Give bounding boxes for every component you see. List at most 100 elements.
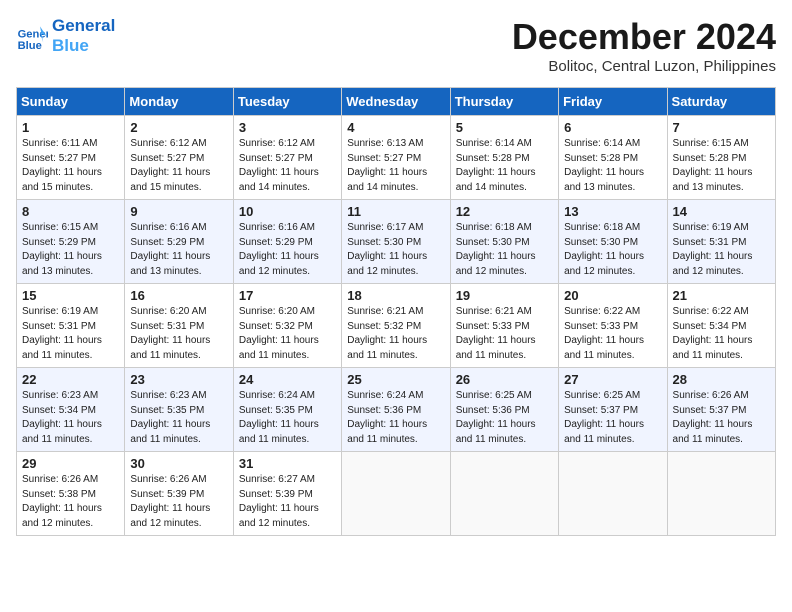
calendar-table: SundayMondayTuesdayWednesdayThursdayFrid… [16, 87, 776, 536]
day-info: Sunrise: 6:14 AMSunset: 5:28 PMDaylight:… [564, 137, 661, 195]
day-number: 30 [130, 456, 227, 471]
weekday-header-saturday: Saturday [667, 88, 775, 116]
day-info: Sunrise: 6:26 AMSunset: 5:39 PMDaylight:… [130, 473, 227, 531]
calendar-cell [559, 452, 667, 536]
calendar-cell: 12 Sunrise: 6:18 AMSunset: 5:30 PMDaylig… [450, 200, 558, 284]
day-info: Sunrise: 6:22 AMSunset: 5:34 PMDaylight:… [673, 305, 770, 363]
calendar-cell [450, 452, 558, 536]
logo-icon: General Blue [16, 20, 48, 52]
day-info: Sunrise: 6:23 AMSunset: 5:35 PMDaylight:… [130, 389, 227, 447]
day-info: Sunrise: 6:22 AMSunset: 5:33 PMDaylight:… [564, 305, 661, 363]
calendar-cell: 1 Sunrise: 6:11 AMSunset: 5:27 PMDayligh… [17, 116, 125, 200]
calendar-cell: 20 Sunrise: 6:22 AMSunset: 5:33 PMDaylig… [559, 284, 667, 368]
day-info: Sunrise: 6:16 AMSunset: 5:29 PMDaylight:… [130, 221, 227, 279]
day-info: Sunrise: 6:21 AMSunset: 5:32 PMDaylight:… [347, 305, 444, 363]
day-info: Sunrise: 6:13 AMSunset: 5:27 PMDaylight:… [347, 137, 444, 195]
day-info: Sunrise: 6:19 AMSunset: 5:31 PMDaylight:… [22, 305, 119, 363]
day-info: Sunrise: 6:27 AMSunset: 5:39 PMDaylight:… [239, 473, 336, 531]
day-number: 9 [130, 204, 227, 219]
day-info: Sunrise: 6:20 AMSunset: 5:31 PMDaylight:… [130, 305, 227, 363]
logo-general: General [52, 16, 115, 36]
day-info: Sunrise: 6:12 AMSunset: 5:27 PMDaylight:… [130, 137, 227, 195]
day-info: Sunrise: 6:24 AMSunset: 5:35 PMDaylight:… [239, 389, 336, 447]
day-number: 8 [22, 204, 119, 219]
location-subtitle: Bolitoc, Central Luzon, Philippines [512, 58, 776, 75]
calendar-cell: 7 Sunrise: 6:15 AMSunset: 5:28 PMDayligh… [667, 116, 775, 200]
day-info: Sunrise: 6:25 AMSunset: 5:36 PMDaylight:… [456, 389, 553, 447]
day-info: Sunrise: 6:15 AMSunset: 5:29 PMDaylight:… [22, 221, 119, 279]
day-info: Sunrise: 6:21 AMSunset: 5:33 PMDaylight:… [456, 305, 553, 363]
logo: General Blue General Blue [16, 16, 115, 55]
weekday-header-monday: Monday [125, 88, 233, 116]
day-number: 24 [239, 372, 336, 387]
day-info: Sunrise: 6:11 AMSunset: 5:27 PMDaylight:… [22, 137, 119, 195]
day-number: 31 [239, 456, 336, 471]
day-info: Sunrise: 6:25 AMSunset: 5:37 PMDaylight:… [564, 389, 661, 447]
page-header: General Blue General Blue December 2024 … [16, 16, 776, 75]
calendar-cell: 17 Sunrise: 6:20 AMSunset: 5:32 PMDaylig… [233, 284, 341, 368]
calendar-cell: 28 Sunrise: 6:26 AMSunset: 5:37 PMDaylig… [667, 368, 775, 452]
calendar-cell: 24 Sunrise: 6:24 AMSunset: 5:35 PMDaylig… [233, 368, 341, 452]
calendar-cell: 25 Sunrise: 6:24 AMSunset: 5:36 PMDaylig… [342, 368, 450, 452]
day-info: Sunrise: 6:19 AMSunset: 5:31 PMDaylight:… [673, 221, 770, 279]
day-number: 10 [239, 204, 336, 219]
calendar-cell: 4 Sunrise: 6:13 AMSunset: 5:27 PMDayligh… [342, 116, 450, 200]
day-number: 1 [22, 120, 119, 135]
logo-blue: Blue [52, 36, 115, 56]
calendar-cell: 22 Sunrise: 6:23 AMSunset: 5:34 PMDaylig… [17, 368, 125, 452]
calendar-cell [342, 452, 450, 536]
day-number: 13 [564, 204, 661, 219]
day-number: 18 [347, 288, 444, 303]
day-number: 16 [130, 288, 227, 303]
calendar-cell: 9 Sunrise: 6:16 AMSunset: 5:29 PMDayligh… [125, 200, 233, 284]
day-info: Sunrise: 6:15 AMSunset: 5:28 PMDaylight:… [673, 137, 770, 195]
day-info: Sunrise: 6:16 AMSunset: 5:29 PMDaylight:… [239, 221, 336, 279]
day-number: 22 [22, 372, 119, 387]
day-number: 11 [347, 204, 444, 219]
calendar-cell: 2 Sunrise: 6:12 AMSunset: 5:27 PMDayligh… [125, 116, 233, 200]
day-info: Sunrise: 6:20 AMSunset: 5:32 PMDaylight:… [239, 305, 336, 363]
day-number: 15 [22, 288, 119, 303]
day-number: 21 [673, 288, 770, 303]
day-number: 29 [22, 456, 119, 471]
day-number: 17 [239, 288, 336, 303]
calendar-cell: 14 Sunrise: 6:19 AMSunset: 5:31 PMDaylig… [667, 200, 775, 284]
day-number: 20 [564, 288, 661, 303]
day-info: Sunrise: 6:18 AMSunset: 5:30 PMDaylight:… [456, 221, 553, 279]
weekday-header-thursday: Thursday [450, 88, 558, 116]
day-number: 4 [347, 120, 444, 135]
calendar-cell: 19 Sunrise: 6:21 AMSunset: 5:33 PMDaylig… [450, 284, 558, 368]
calendar-cell: 6 Sunrise: 6:14 AMSunset: 5:28 PMDayligh… [559, 116, 667, 200]
day-info: Sunrise: 6:24 AMSunset: 5:36 PMDaylight:… [347, 389, 444, 447]
weekday-header-wednesday: Wednesday [342, 88, 450, 116]
day-info: Sunrise: 6:12 AMSunset: 5:27 PMDaylight:… [239, 137, 336, 195]
calendar-cell: 29 Sunrise: 6:26 AMSunset: 5:38 PMDaylig… [17, 452, 125, 536]
day-number: 27 [564, 372, 661, 387]
month-title: December 2024 [512, 16, 776, 58]
day-info: Sunrise: 6:23 AMSunset: 5:34 PMDaylight:… [22, 389, 119, 447]
day-number: 12 [456, 204, 553, 219]
weekday-header-friday: Friday [559, 88, 667, 116]
weekday-header-sunday: Sunday [17, 88, 125, 116]
day-number: 7 [673, 120, 770, 135]
calendar-cell: 16 Sunrise: 6:20 AMSunset: 5:31 PMDaylig… [125, 284, 233, 368]
calendar-cell: 8 Sunrise: 6:15 AMSunset: 5:29 PMDayligh… [17, 200, 125, 284]
calendar-cell: 3 Sunrise: 6:12 AMSunset: 5:27 PMDayligh… [233, 116, 341, 200]
calendar-cell: 13 Sunrise: 6:18 AMSunset: 5:30 PMDaylig… [559, 200, 667, 284]
calendar-cell: 26 Sunrise: 6:25 AMSunset: 5:36 PMDaylig… [450, 368, 558, 452]
day-info: Sunrise: 6:26 AMSunset: 5:38 PMDaylight:… [22, 473, 119, 531]
weekday-header-tuesday: Tuesday [233, 88, 341, 116]
day-number: 26 [456, 372, 553, 387]
calendar-cell: 30 Sunrise: 6:26 AMSunset: 5:39 PMDaylig… [125, 452, 233, 536]
day-number: 28 [673, 372, 770, 387]
calendar-cell: 31 Sunrise: 6:27 AMSunset: 5:39 PMDaylig… [233, 452, 341, 536]
day-number: 14 [673, 204, 770, 219]
day-number: 3 [239, 120, 336, 135]
day-number: 25 [347, 372, 444, 387]
calendar-cell: 11 Sunrise: 6:17 AMSunset: 5:30 PMDaylig… [342, 200, 450, 284]
day-number: 6 [564, 120, 661, 135]
calendar-cell: 5 Sunrise: 6:14 AMSunset: 5:28 PMDayligh… [450, 116, 558, 200]
day-info: Sunrise: 6:14 AMSunset: 5:28 PMDaylight:… [456, 137, 553, 195]
calendar-cell: 15 Sunrise: 6:19 AMSunset: 5:31 PMDaylig… [17, 284, 125, 368]
day-number: 23 [130, 372, 227, 387]
